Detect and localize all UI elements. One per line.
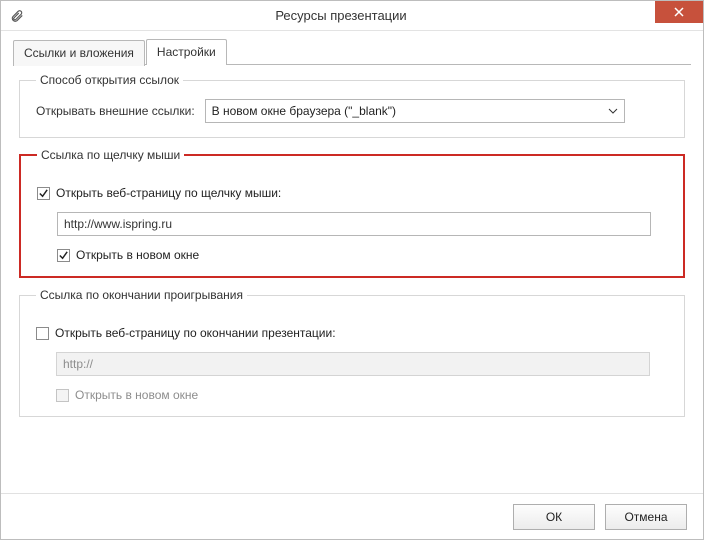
tabstrip: Ссылки и вложения Настройки	[1, 31, 703, 65]
close-button[interactable]	[655, 1, 703, 23]
click-url-value: http://www.ispring.ru	[64, 217, 172, 231]
open-in-new-window-end-label: Открыть в новом окне	[75, 388, 198, 402]
open-page-on-end-checkbox[interactable]	[36, 327, 49, 340]
open-page-on-click-checkbox[interactable]	[37, 187, 50, 200]
group-end-link: Ссылка по окончании проигрывания Открыть…	[19, 288, 685, 417]
open-in-new-window-click-label: Открыть в новом окне	[76, 248, 199, 262]
group-click-link-legend: Ссылка по щелчку мыши	[37, 148, 184, 162]
open-external-links-select-value: В новом окне браузера ("_blank")	[212, 104, 396, 118]
group-open-method: Способ открытия ссылок Открывать внешние…	[19, 73, 685, 138]
check-icon	[38, 188, 49, 199]
group-click-link: Ссылка по щелчку мыши Открыть веб-страни…	[19, 148, 685, 278]
click-url-input[interactable]: http://www.ispring.ru	[57, 212, 651, 236]
group-open-method-legend: Способ открытия ссылок	[36, 73, 183, 87]
end-url-value: http://	[63, 357, 93, 371]
window-title: Ресурсы презентации	[27, 8, 655, 23]
chevron-down-icon	[608, 104, 618, 118]
content-area: Способ открытия ссылок Открывать внешние…	[1, 65, 703, 493]
open-in-new-window-click-checkbox[interactable]	[57, 249, 70, 262]
dialog-footer: ОК Отмена	[1, 493, 703, 539]
open-external-links-label: Открывать внешние ссылки:	[36, 104, 195, 118]
group-end-link-legend: Ссылка по окончании проигрывания	[36, 288, 247, 302]
tab-links-attachments[interactable]: Ссылки и вложения	[13, 40, 145, 66]
cancel-button[interactable]: Отмена	[605, 504, 687, 530]
end-url-input: http://	[56, 352, 650, 376]
dialog-window: Ресурсы презентации Ссылки и вложения На…	[0, 0, 704, 540]
attachment-icon	[7, 6, 27, 26]
tab-settings[interactable]: Настройки	[146, 39, 227, 65]
open-page-on-end-label: Открыть веб-страницу по окончании презен…	[55, 326, 336, 340]
open-page-on-click-label: Открыть веб-страницу по щелчку мыши:	[56, 186, 281, 200]
open-external-links-select[interactable]: В новом окне браузера ("_blank")	[205, 99, 625, 123]
check-icon	[58, 250, 69, 261]
ok-button[interactable]: ОК	[513, 504, 595, 530]
open-in-new-window-end-checkbox	[56, 389, 69, 402]
titlebar: Ресурсы презентации	[1, 1, 703, 31]
